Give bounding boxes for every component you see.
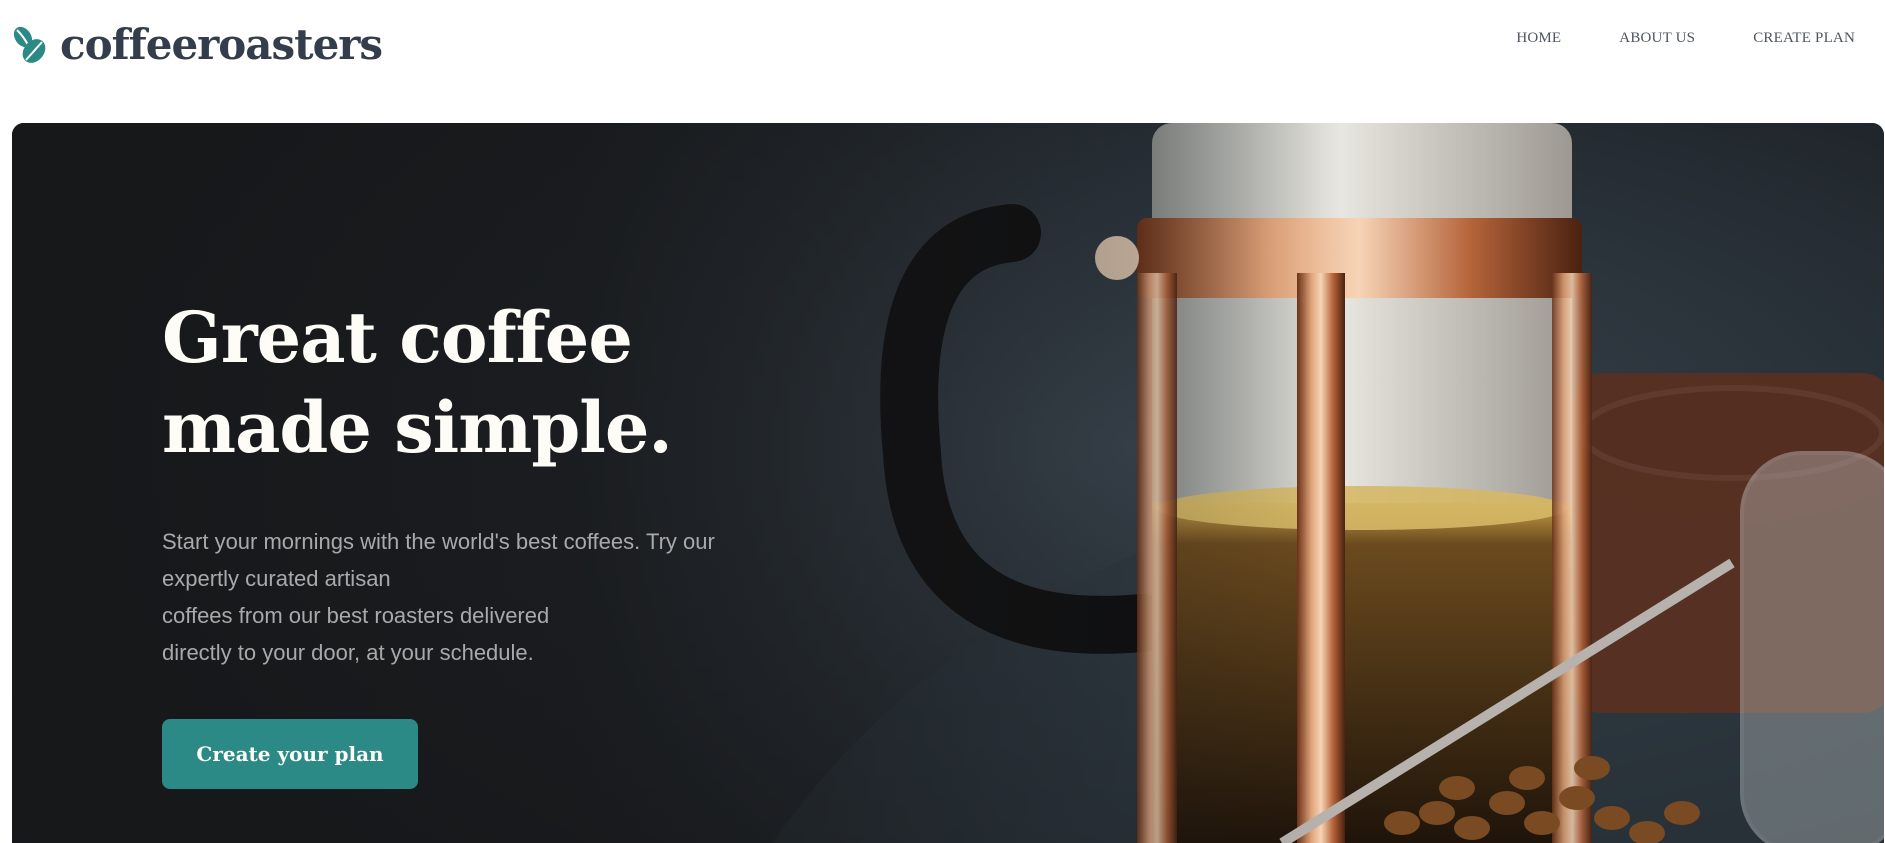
brand-name: coffeeroasters [60,20,383,69]
site-header: coffeeroasters HOME ABOUT US CREATE PLAN [0,0,1885,110]
hero-description-line: directly to your door, at your schedule. [162,640,534,665]
main-nav: HOME ABOUT US CREATE PLAN [1458,30,1855,47]
hero-title-line: made simple. [162,386,673,469]
hero-description-line: coffees from our best roasters delivered [162,603,550,628]
hero-section: Great coffee made simple. Start your mor… [12,123,1884,843]
hero-title: Great coffee made simple. [162,293,782,473]
nav-home[interactable]: HOME [1516,30,1561,47]
nav-about-us[interactable]: ABOUT US [1619,30,1695,47]
hero-description-line: Start your mornings with the world's bes… [162,529,715,554]
hero-description-line: expertly curated artisan [162,566,391,591]
nav-create-plan[interactable]: CREATE PLAN [1753,30,1855,47]
coffee-bean-icon [13,26,46,63]
logo[interactable]: coffeeroasters [12,20,383,70]
hero-title-line: Great coffee [162,296,633,379]
create-plan-button[interactable]: Create your plan [162,719,418,789]
hero-description: Start your mornings with the world's bes… [162,523,762,671]
